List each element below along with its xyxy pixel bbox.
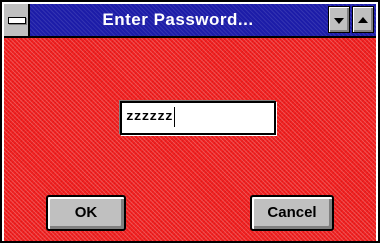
system-menu-icon	[8, 17, 26, 24]
minimize-button[interactable]	[328, 6, 350, 33]
password-input[interactable]: zzzzzz	[120, 101, 276, 135]
maximize-arrow-icon	[358, 17, 368, 23]
window-title: Enter Password...	[102, 10, 254, 29]
ok-button[interactable]: OK	[46, 195, 126, 231]
dialog-body: zzzzzz OK Cancel	[4, 38, 376, 241]
text-caret	[173, 106, 175, 127]
title-bar[interactable]: Enter Password...	[4, 4, 376, 38]
cancel-button[interactable]: Cancel	[250, 195, 334, 231]
password-masked-value: zzzzzz	[126, 109, 173, 124]
system-menu-button[interactable]	[4, 4, 30, 36]
maximize-button[interactable]	[352, 6, 374, 33]
password-dialog: Enter Password... zzzzzz OK Cancel	[0, 0, 380, 243]
minimize-arrow-icon	[334, 18, 344, 24]
